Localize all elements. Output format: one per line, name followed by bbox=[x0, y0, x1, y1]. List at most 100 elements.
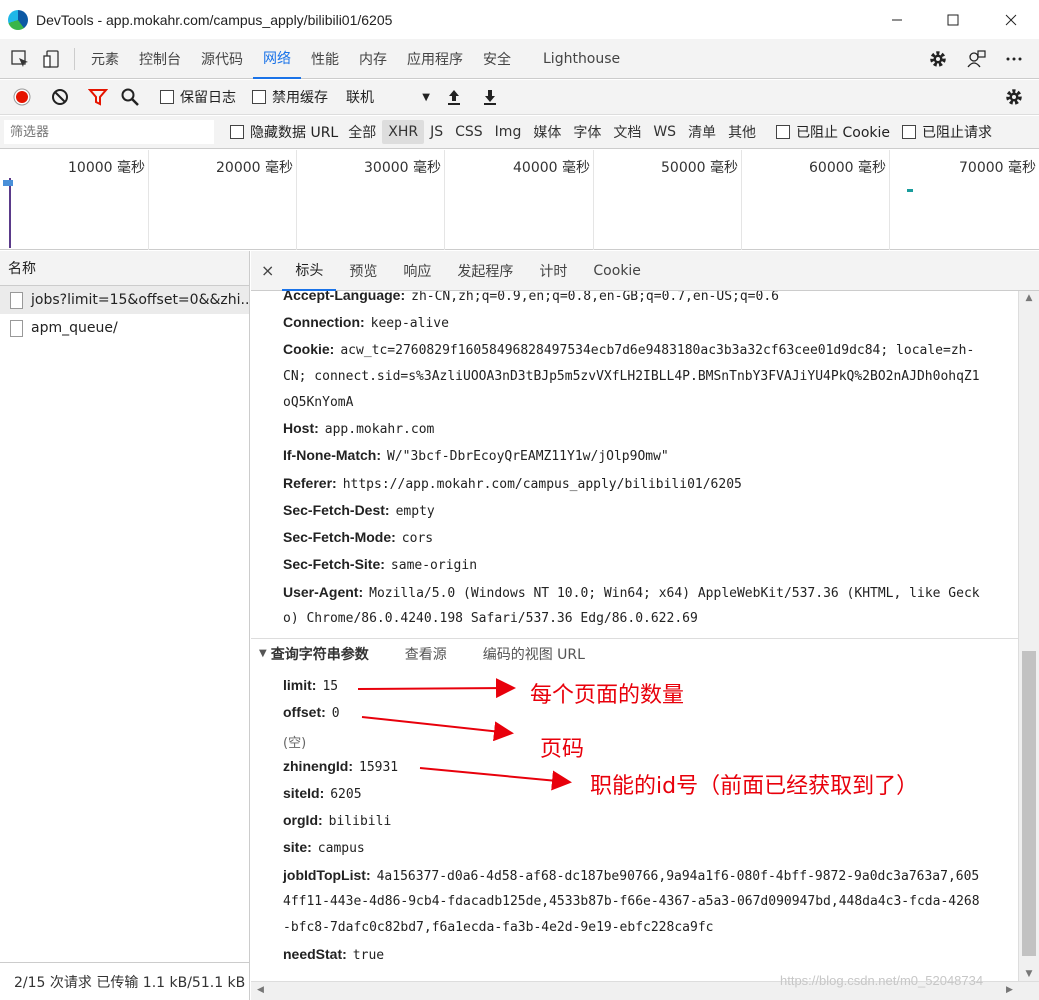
record-icon[interactable] bbox=[6, 77, 38, 117]
disable-cache-label: 禁用缓存 bbox=[272, 90, 328, 106]
import-har-icon[interactable] bbox=[438, 77, 470, 117]
header-sec-fetch-site: Sec-Fetch-Site: same-origin bbox=[283, 556, 477, 573]
disable-cache-checkbox[interactable]: 禁用缓存 bbox=[252, 87, 328, 107]
feedback-icon[interactable] bbox=[960, 39, 992, 79]
tab-security[interactable]: 安全 bbox=[473, 39, 521, 79]
header-value: app.mokahr.com bbox=[324, 422, 435, 437]
clear-icon[interactable] bbox=[44, 77, 76, 117]
inspect-element-icon[interactable] bbox=[4, 39, 36, 79]
header-value: empty bbox=[395, 504, 435, 519]
edge-logo-icon bbox=[8, 9, 28, 30]
preserve-log-label: 保留日志 bbox=[180, 90, 236, 106]
blocked-cookies-checkbox[interactable]: 已阻止 Cookie bbox=[776, 122, 890, 142]
tab-application[interactable]: 应用程序 bbox=[397, 39, 473, 79]
tab-elements[interactable]: 元素 bbox=[81, 39, 129, 79]
more-options-icon[interactable] bbox=[998, 39, 1030, 79]
tab-initiator[interactable]: 发起程序 bbox=[444, 251, 526, 291]
param-key: limit: bbox=[283, 677, 317, 693]
tab-lighthouse[interactable]: Lighthouse bbox=[533, 39, 630, 79]
header-sec-fetch-dest: Sec-Fetch-Dest: empty bbox=[283, 502, 435, 519]
tick-label: 60000 毫秒 bbox=[809, 160, 886, 176]
name-column-header[interactable]: 名称 bbox=[0, 251, 249, 286]
header-host: Host: app.mokahr.com bbox=[283, 420, 434, 437]
close-detail-icon[interactable]: × bbox=[251, 251, 282, 291]
tab-cookies[interactable]: Cookie bbox=[580, 251, 654, 291]
tab-memory[interactable]: 内存 bbox=[349, 39, 397, 79]
filter-icon[interactable] bbox=[82, 77, 114, 117]
timeline-overview[interactable]: 10000 毫秒 20000 毫秒 30000 毫秒 40000 毫秒 5000… bbox=[0, 150, 1039, 250]
filter-type-css[interactable]: CSS bbox=[449, 120, 489, 144]
tab-network[interactable]: 网络 bbox=[253, 39, 301, 79]
header-value: Mozilla/5.0 (Windows NT 10.0; Win64; x64… bbox=[369, 586, 980, 601]
tab-headers[interactable]: 标头 bbox=[282, 251, 337, 291]
header-value: keep-alive bbox=[370, 316, 449, 331]
filter-type-other[interactable]: 其他 bbox=[722, 120, 762, 144]
blocked-requests-checkbox[interactable]: 已阻止请求 bbox=[902, 122, 992, 142]
header-value: cors bbox=[401, 531, 434, 546]
filter-type-all[interactable]: 全部 bbox=[342, 120, 382, 144]
filter-type-xhr[interactable]: XHR bbox=[382, 120, 425, 144]
watermark: https://blog.csdn.net/m0_52048734 bbox=[780, 973, 984, 988]
preserve-log-checkbox[interactable]: 保留日志 bbox=[160, 87, 236, 107]
param-offset: offset: 0 bbox=[283, 704, 340, 721]
scroll-right-arrow-icon[interactable]: ▶ bbox=[1006, 985, 1013, 995]
triangle-down-icon: ▼ bbox=[259, 648, 267, 659]
maximize-icon[interactable] bbox=[925, 0, 981, 39]
scroll-up-arrow-icon[interactable]: ▲ bbox=[1019, 293, 1039, 303]
filter-type-media[interactable]: 媒体 bbox=[527, 120, 567, 144]
view-source-link[interactable]: 查看源 bbox=[405, 644, 447, 664]
param-key: site: bbox=[283, 839, 312, 855]
param-empty: (空) bbox=[283, 736, 307, 751]
filter-type-ws[interactable]: WS bbox=[647, 120, 682, 144]
checkbox-box[interactable] bbox=[902, 125, 917, 139]
filter-type-img[interactable]: Img bbox=[489, 120, 528, 144]
header-key: Sec-Fetch-Mode: bbox=[283, 529, 396, 545]
tab-timing[interactable]: 计时 bbox=[526, 251, 580, 291]
timeline-tick: 10000 毫秒 bbox=[0, 150, 149, 250]
tab-preview[interactable]: 预览 bbox=[336, 251, 390, 291]
timeline-tick: 40000 毫秒 bbox=[445, 150, 594, 250]
device-toolbar-icon[interactable] bbox=[36, 39, 68, 79]
headers-content: Accept-Language: zh-CN,zh;q=0.9,en;q=0.8,… bbox=[251, 291, 1018, 981]
tab-console[interactable]: 控制台 bbox=[129, 39, 191, 79]
filter-type-manifest[interactable]: 清单 bbox=[682, 120, 722, 144]
request-row[interactable]: jobs?limit=15&offset=0&&zhi... bbox=[0, 286, 249, 314]
network-toolbar: 保留日志 禁用缓存 联机 ▼ bbox=[0, 80, 1039, 115]
filter-input[interactable] bbox=[4, 120, 214, 144]
checkbox-box[interactable] bbox=[160, 90, 174, 104]
annotation-offset-note: 页码 bbox=[540, 737, 585, 762]
header-key: Referer: bbox=[283, 475, 337, 491]
tab-performance[interactable]: 性能 bbox=[301, 39, 349, 79]
search-icon[interactable] bbox=[114, 77, 146, 117]
tick-label: 20000 毫秒 bbox=[216, 160, 293, 176]
vertical-scrollbar[interactable]: ▲ ▼ bbox=[1018, 291, 1039, 981]
scrollbar-thumb[interactable] bbox=[1022, 651, 1036, 956]
gear-icon[interactable] bbox=[922, 39, 954, 79]
view-url-encoded-link[interactable]: 编码的视图 URL bbox=[483, 644, 585, 664]
checkbox-box[interactable] bbox=[252, 90, 266, 104]
close-icon[interactable] bbox=[983, 0, 1039, 39]
status-bar: 2/15 次请求 已传输 1.1 kB/51.1 kB bbox=[0, 962, 249, 1000]
request-row[interactable]: apm_queue/ bbox=[0, 314, 249, 342]
header-key: User-Agent: bbox=[283, 584, 364, 600]
scroll-down-arrow-icon[interactable]: ▼ bbox=[1019, 969, 1039, 979]
export-har-icon[interactable] bbox=[474, 77, 506, 117]
minimize-icon[interactable] bbox=[869, 0, 925, 39]
hide-data-urls-checkbox[interactable]: 隐藏数据 URL bbox=[230, 122, 338, 142]
filter-type-font[interactable]: 字体 bbox=[567, 120, 607, 144]
throttling-select[interactable]: 联机 ▼ bbox=[346, 87, 430, 107]
tab-response[interactable]: 响应 bbox=[390, 251, 444, 291]
tab-sources[interactable]: 源代码 bbox=[191, 39, 253, 79]
header-key: Host: bbox=[283, 420, 319, 436]
param-value: 15 bbox=[322, 679, 339, 694]
query-string-section-header[interactable]: ▼ 查询字符串参数 查看源 编码的视图 URL bbox=[251, 638, 1018, 668]
checkbox-box[interactable] bbox=[230, 125, 244, 139]
param-value: 6205 bbox=[330, 787, 362, 802]
filter-type-js[interactable]: JS bbox=[424, 120, 449, 144]
checkbox-box[interactable] bbox=[776, 125, 791, 139]
param-siteid: siteId: 6205 bbox=[283, 785, 362, 802]
filter-type-doc[interactable]: 文档 bbox=[607, 120, 647, 144]
network-settings-gear-icon[interactable] bbox=[998, 77, 1030, 117]
scroll-left-arrow-icon[interactable]: ◀ bbox=[257, 985, 264, 995]
tick-label: 70000 毫秒 bbox=[959, 160, 1036, 176]
